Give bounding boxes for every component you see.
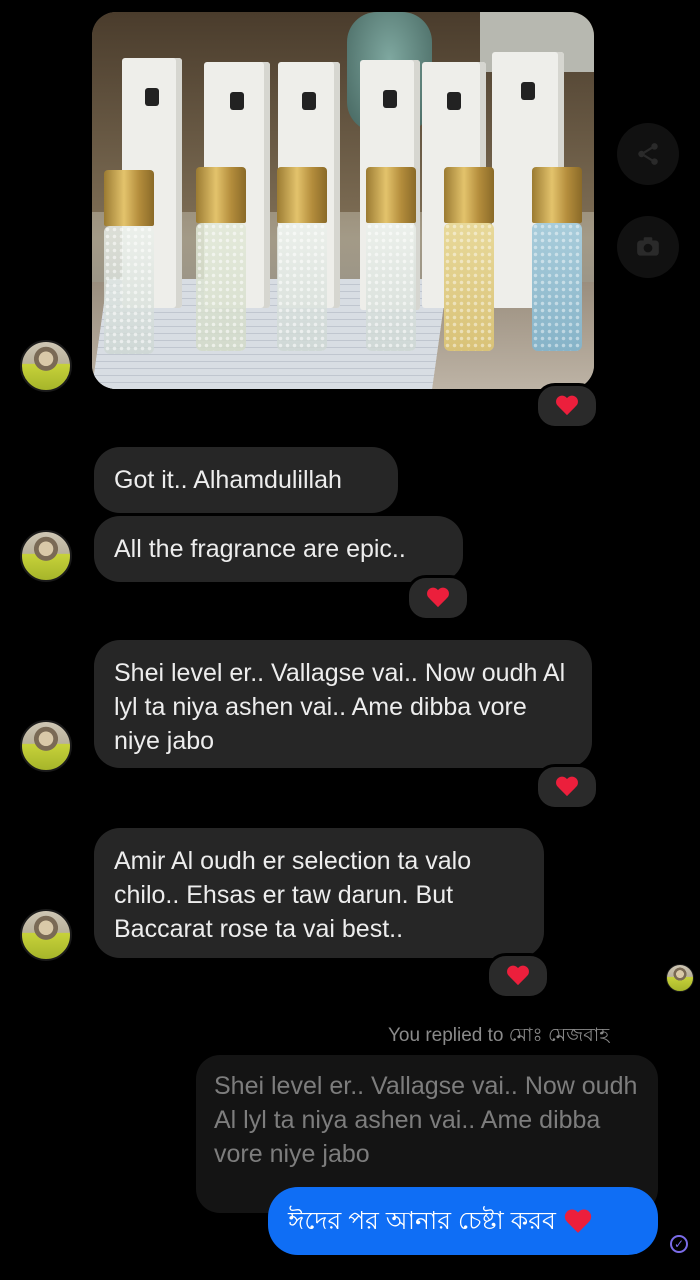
outgoing-message-bubble[interactable]: ঈদের পর আনার চেষ্টা করব	[268, 1187, 658, 1255]
message-reaction[interactable]	[486, 953, 550, 999]
heart-reaction-icon	[507, 966, 529, 986]
message-text: Got it.. Alhamdulillah	[114, 466, 342, 494]
sender-avatar[interactable]	[20, 909, 72, 961]
read-receipt-avatar	[666, 964, 694, 992]
heart-emoji-icon	[565, 1210, 591, 1234]
perfume-bottle	[277, 167, 327, 351]
perfume-bottle	[104, 170, 154, 354]
heart-reaction-icon	[556, 396, 578, 416]
incoming-message-bubble[interactable]: Shei level er.. Vallagse vai.. Now oudh …	[94, 640, 592, 768]
message-text: Shei level er.. Vallagse vai.. Now oudh …	[114, 659, 566, 755]
save-image-button[interactable]	[617, 216, 679, 278]
shared-photo[interactable]	[92, 12, 594, 389]
incoming-message-bubble[interactable]: Got it.. Alhamdulillah	[94, 447, 398, 513]
message-reaction[interactable]	[535, 383, 599, 429]
heart-reaction-icon	[427, 588, 449, 608]
sender-avatar[interactable]	[20, 530, 72, 582]
share-button[interactable]	[617, 123, 679, 185]
perfume-bottle	[444, 167, 494, 351]
seen-check-icon: ✓	[670, 1235, 688, 1253]
perfume-bottle	[532, 167, 582, 351]
message-reaction[interactable]	[535, 764, 599, 810]
message-text: Amir Al oudh er selection ta valo chilo.…	[114, 847, 472, 943]
perfume-bottle	[366, 167, 416, 351]
share-icon	[638, 143, 658, 165]
outgoing-message-text: ঈদের পর আনার চেষ্টা করব	[288, 1207, 556, 1235]
quoted-text: Shei level er.. Vallagse vai.. Now oudh …	[214, 1072, 638, 1168]
reply-context-text: You replied to মোঃ মেজবাহ	[388, 1025, 610, 1046]
heart-reaction-icon	[556, 777, 578, 797]
reply-context-label: You replied to মোঃ মেজবাহ	[388, 1021, 678, 1053]
sender-avatar[interactable]	[20, 340, 72, 392]
message-text: All the fragrance are epic..	[114, 535, 406, 563]
incoming-message-bubble[interactable]: All the fragrance are epic..	[94, 516, 463, 582]
message-reaction[interactable]	[406, 575, 470, 621]
incoming-message-bubble[interactable]: Amir Al oudh er selection ta valo chilo.…	[94, 828, 544, 958]
perfume-bottle	[196, 167, 246, 351]
camera-icon	[637, 237, 659, 256]
sender-avatar[interactable]	[20, 720, 72, 772]
chat-screen: Got it.. Alhamdulillah All the fragrance…	[0, 0, 700, 1280]
